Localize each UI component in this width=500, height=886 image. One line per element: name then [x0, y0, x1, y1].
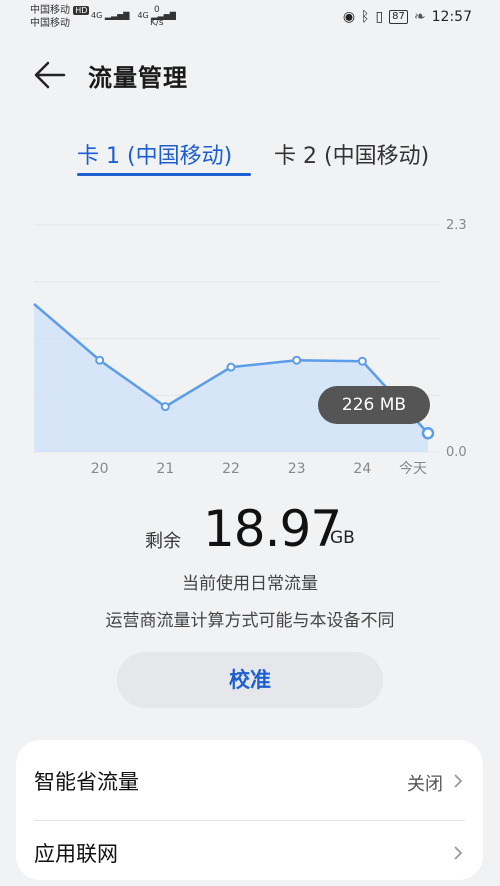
x-tick-label: 24 — [353, 461, 371, 477]
remaining-label: 剩余 — [145, 531, 181, 552]
net-speed-unit: K/s — [150, 18, 164, 28]
tab-card-2[interactable]: 卡 2 (中国移动) — [274, 138, 429, 170]
battery-icon: 87 — [389, 10, 408, 24]
tab-card-1[interactable]: 卡 1 (中国移动) — [77, 138, 232, 170]
calibrate-button[interactable]: 校准 — [117, 652, 383, 708]
chart-tooltip: 226 MB — [318, 386, 430, 424]
hd-badge: HD — [73, 6, 90, 15]
data-point — [357, 356, 367, 366]
carrier-1-label: 中国移动 — [30, 5, 70, 16]
smart-data-saver-label: 智能省流量 — [34, 770, 139, 794]
status-carrier-block: 中国移动 HD 中国移动 — [30, 4, 90, 30]
app-network-label: 应用联网 — [34, 842, 118, 866]
app-network-row[interactable]: 应用联网 — [16, 820, 483, 886]
net-speed-value: 0 — [153, 5, 160, 15]
data-point — [292, 355, 302, 365]
status-right: ◉ ᛒ ▯ 87 ❧ 12:57 — [343, 9, 472, 25]
y-tick-max: 2.3 — [446, 218, 467, 233]
page-title: 流量管理 — [88, 64, 188, 92]
remaining-value: 18.97 — [203, 500, 342, 558]
net-speed: 0 K/s — [150, 4, 164, 30]
back-arrow-icon — [34, 61, 66, 89]
data-point — [421, 426, 435, 440]
data-point — [226, 362, 236, 372]
carrier-2-label: 中国移动 — [30, 18, 70, 29]
settings-card: 智能省流量 关闭 应用联网 — [16, 740, 483, 880]
series-area — [34, 303, 428, 452]
chevron-right-icon — [454, 846, 463, 860]
x-tick-label: 20 — [91, 461, 109, 477]
x-tick-label: 今天 — [399, 461, 427, 477]
remaining-unit: GB — [330, 528, 355, 548]
x-tick-label: 23 — [288, 461, 306, 477]
x-tick-label: 21 — [156, 461, 174, 477]
eye-icon: ◉ — [342, 9, 356, 25]
status-time: 12:57 — [431, 9, 472, 25]
leaf-icon: ❧ — [413, 9, 426, 25]
chevron-right-icon — [454, 774, 463, 788]
back-button[interactable] — [32, 60, 66, 90]
bluetooth-icon: ᛒ — [361, 9, 370, 25]
usage-note: 当前使用日常流量 — [182, 574, 318, 594]
data-point — [160, 402, 170, 412]
smart-data-saver-row[interactable]: 智能省流量 关闭 — [16, 748, 483, 821]
data-point — [95, 355, 105, 365]
vibrate-icon: ▯ — [375, 9, 384, 25]
y-tick-min: 0.0 — [446, 445, 467, 460]
smart-data-saver-value: 关闭 — [407, 774, 443, 795]
carrier-disclaimer: 运营商流量计算方式可能与本设备不同 — [105, 611, 395, 631]
signal-1-icon: 4G ▂▃▅▇ — [91, 11, 130, 20]
tab-card-1-underline — [77, 173, 251, 176]
usage-chart: 20 21 22 23 24 今天 — [33, 224, 440, 477]
x-tick-label: 22 — [222, 461, 240, 477]
